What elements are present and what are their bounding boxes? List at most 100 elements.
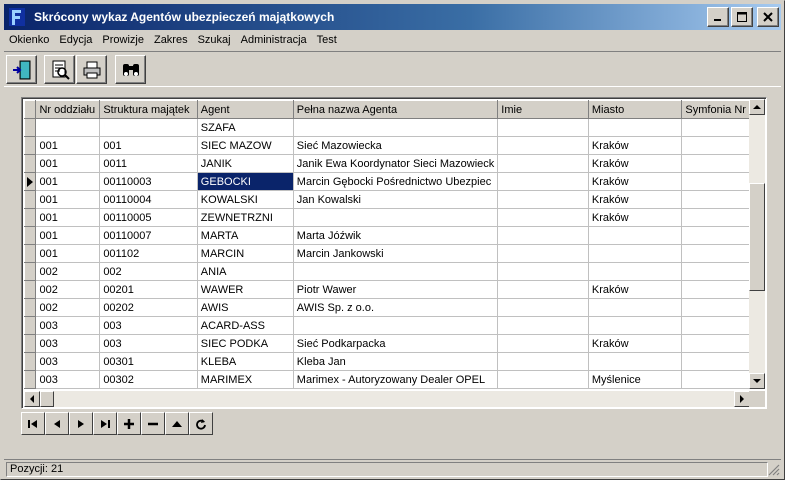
grid-cell[interactable]: SIEC MAZOW [197,136,294,155]
column-header[interactable]: Miasto [587,100,683,119]
grid-cell[interactable]: 003 [35,370,101,389]
grid-cell[interactable]: Piotr Wawer [293,280,499,299]
grid-cell[interactable]: SZAFA [197,118,294,137]
grid-cell[interactable]: ACARD-ASS [197,316,294,335]
grid-cell[interactable] [588,118,683,137]
grid-cell[interactable]: Kraków [588,136,683,155]
edit-record-button[interactable] [165,412,189,435]
grid-cell[interactable]: 00110004 [99,190,198,209]
table-row[interactable]: 003 003 SIEC PODKA Sieć Podkarpacka Kraków [24,334,750,353]
grid-cell[interactable] [497,118,589,137]
minimize-button[interactable] [707,7,729,27]
grid-cell[interactable] [497,334,589,353]
grid-cell[interactable]: GEBOCKI [197,172,294,191]
grid-cell[interactable]: Kraków [588,208,683,227]
first-record-button[interactable] [21,412,45,435]
grid-cell[interactable]: 00302 [99,370,198,389]
row-indicator[interactable] [24,280,37,299]
exit-button[interactable] [6,55,37,84]
menu-test[interactable]: Test [312,34,342,46]
row-indicator[interactable] [24,316,37,335]
grid-cell[interactable] [681,226,750,245]
grid-cell[interactable]: 001 [35,190,101,209]
grid-cell[interactable]: ANIA [197,262,294,281]
menu-okienko[interactable]: Okienko [4,34,54,46]
grid-cell[interactable]: Sieć Podkarpacka [293,334,499,353]
grid-cell[interactable]: 003 [35,316,101,335]
prior-record-button[interactable] [45,412,69,435]
grid-cell[interactable]: 002 [35,262,101,281]
grid-cell[interactable] [588,244,683,263]
grid-cell[interactable] [588,352,683,371]
table-row[interactable]: 002 002 ANIA [24,262,750,281]
table-row[interactable]: 003 00301 KLEBA Kleba Jan [24,352,750,371]
delete-record-button[interactable] [141,412,165,435]
column-header[interactable]: Struktura majątek [99,100,198,119]
grid-cell[interactable] [588,316,683,335]
grid-cell[interactable]: Jan Kowalski [293,190,499,209]
grid-cell[interactable] [681,316,750,335]
grid-cell[interactable] [497,316,589,335]
grid-cell[interactable] [497,262,589,281]
grid-cell[interactable]: 001 [35,136,101,155]
menu-szukaj[interactable]: Szukaj [193,34,236,46]
table-row[interactable]: 002 00201 WAWER Piotr Wawer Kraków [24,280,750,299]
grid-cell[interactable] [681,244,750,263]
grid-cell[interactable]: Kraków [588,334,683,353]
grid-cell[interactable]: 00201 [99,280,198,299]
grid-cell[interactable]: MARCIN [197,244,294,263]
table-row[interactable]: 001 00110003 GEBOCKI Marcin Gębocki Pośredn… [24,172,750,191]
grid-cell[interactable]: Marcin Gębocki Pośrednictwo Ubezpiec [293,172,499,191]
grid-cell[interactable]: 00110003 [99,172,198,191]
row-indicator[interactable] [24,172,37,191]
search-button[interactable] [115,55,146,84]
table-row[interactable]: 001 001102 MARCIN Marcin Jankowski [24,244,750,263]
grid-cell[interactable]: Kraków [588,172,683,191]
vertical-scrollbar[interactable] [749,99,765,389]
grid-cell[interactable] [588,262,683,281]
grid-cell[interactable] [497,136,589,155]
grid-cell[interactable]: ZEWNETRZNI [197,208,294,227]
grid-cell[interactable]: 001 [35,154,101,173]
grid-cell[interactable]: 001 [99,136,198,155]
app-logo-icon[interactable] [6,6,28,28]
refresh-button[interactable] [189,412,213,435]
grid-cell[interactable]: 002 [35,298,101,317]
grid-cell[interactable] [497,208,589,227]
grid-cell[interactable]: MARTA [197,226,294,245]
row-indicator[interactable] [24,154,37,173]
grid-cell[interactable]: MARIMEX [197,370,294,389]
grid-cell[interactable] [681,334,750,353]
grid-cell[interactable] [681,136,750,155]
grid-cell[interactable]: 003 [35,334,101,353]
close-button[interactable] [757,7,779,27]
next-record-button[interactable] [69,412,93,435]
row-indicator[interactable] [24,190,37,209]
row-indicator[interactable] [24,244,37,263]
grid-cell[interactable]: 00202 [99,298,198,317]
grid-cell[interactable] [681,172,750,191]
grid-cell[interactable]: 0011 [99,154,198,173]
grid-cell[interactable]: AWIS [197,298,294,317]
grid-cell[interactable]: Janik Ewa Koordynator Sieci Mazowieck [293,154,499,173]
column-header[interactable]: Nr oddziału [35,100,101,119]
grid-cell[interactable] [497,370,589,389]
grid-cell[interactable]: Kraków [588,280,683,299]
grid-cell[interactable]: 003 [99,334,198,353]
grid-cell[interactable]: 001 [35,244,101,263]
grid-cell[interactable]: 001102 [99,244,198,263]
grid-cell[interactable] [681,118,750,137]
grid-cell[interactable]: 002 [99,262,198,281]
grid-cell[interactable] [681,298,750,317]
grid-cell[interactable] [497,190,589,209]
grid-cell[interactable]: Kleba Jan [293,352,499,371]
grid-cell[interactable] [99,118,198,137]
grid-cell[interactable] [681,352,750,371]
grid-cell[interactable] [293,316,499,335]
print-button[interactable] [76,55,107,84]
grid-cell[interactable] [497,244,589,263]
grid-cell[interactable]: Sieć Mazowiecka [293,136,499,155]
row-indicator[interactable] [24,370,37,389]
table-row[interactable]: 003 00302 MARIMEX Marimex - Autoryzowany De… [24,370,750,389]
grid-cell[interactable] [681,280,750,299]
